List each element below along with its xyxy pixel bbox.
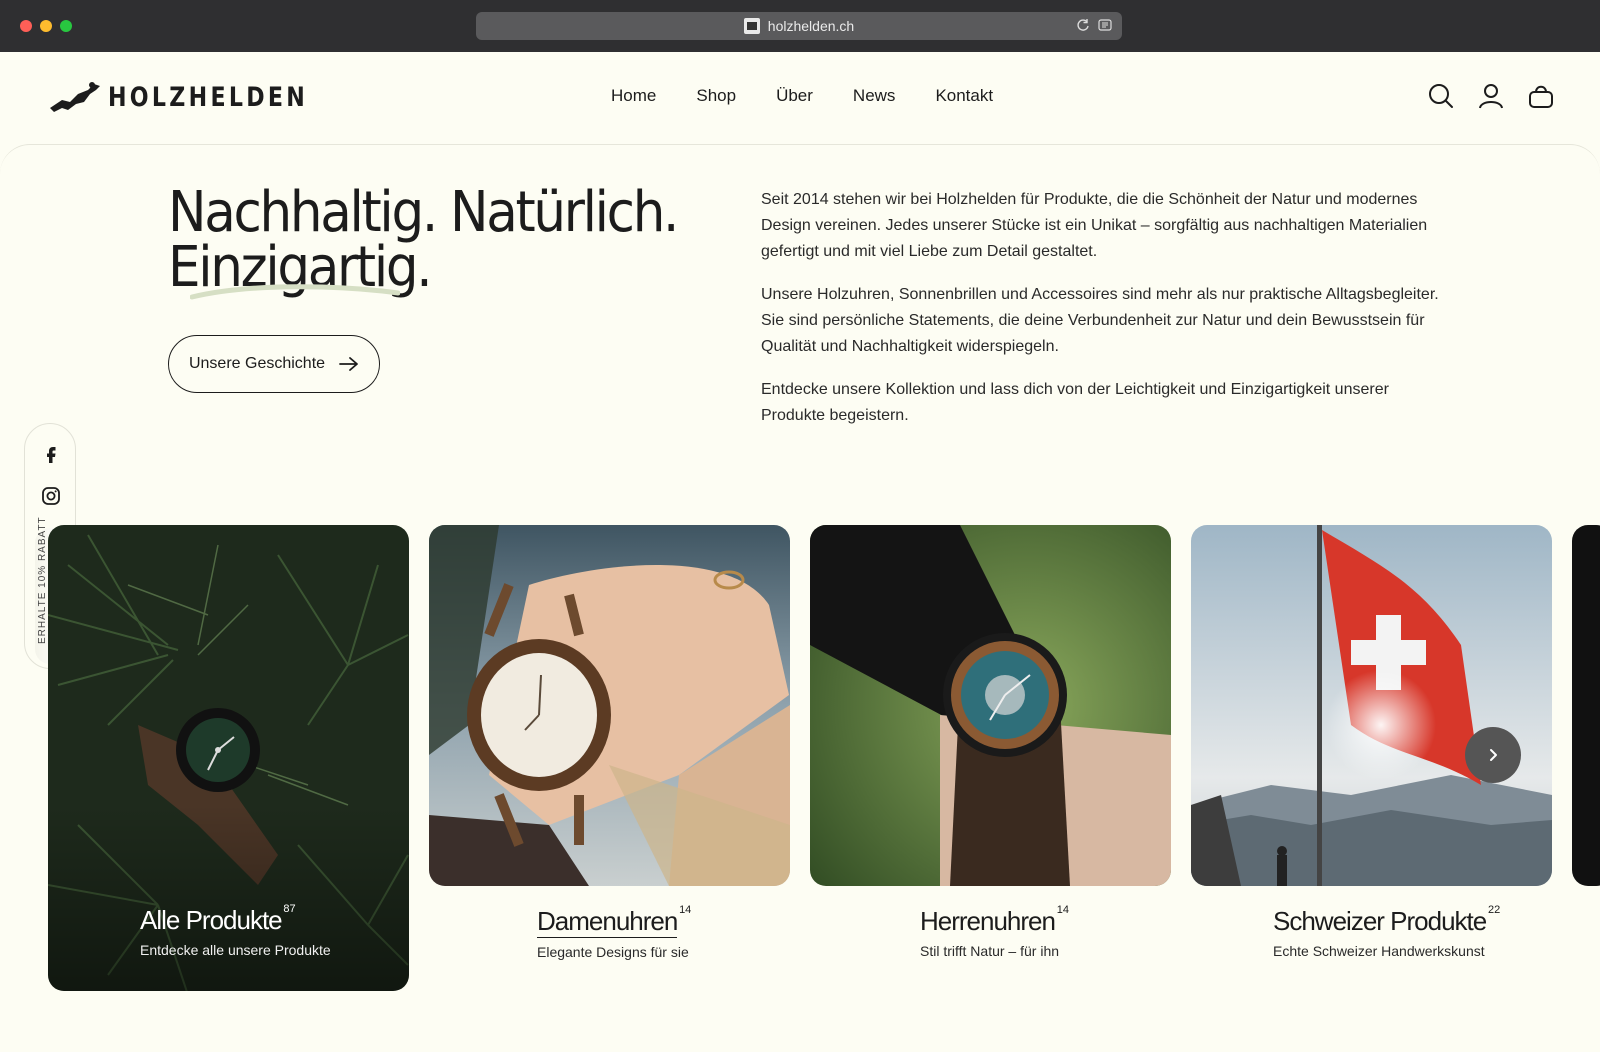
- search-icon[interactable]: [1427, 82, 1455, 110]
- collection-image-all: Alle Produkte 87 Entdecke alle unsere Pro…: [48, 525, 409, 991]
- collection-count: 22: [1487, 904, 1501, 916]
- nav-contact[interactable]: Kontakt: [935, 86, 993, 106]
- cart-icon[interactable]: [1527, 82, 1555, 110]
- collection-subtitle: Echte Schweizer Handwerkskunst: [1273, 943, 1485, 959]
- intro-paragraph: Entdecke unsere Kollektion und lass dich…: [761, 381, 1389, 424]
- close-window-button[interactable]: [20, 20, 32, 32]
- collection-image-partial: [1572, 525, 1600, 886]
- collection-card-partial[interactable]: [1572, 525, 1600, 886]
- instagram-icon[interactable]: [41, 486, 61, 506]
- collection-card-all[interactable]: Alle Produkte 87 Entdecke alle unsere Pro…: [48, 525, 409, 991]
- collection-image-swiss: [1191, 525, 1552, 886]
- reader-icon[interactable]: [1098, 18, 1112, 32]
- site-header: HOLZHELDEN Home Shop Über News Kontakt: [0, 52, 1600, 144]
- account-icon[interactable]: [1477, 82, 1505, 110]
- collection-caption: Alle Produkte 87 Entdecke alle unsere Pro…: [140, 903, 331, 958]
- hero-headline: Nachhaltig. Natürlich. Einzigartig.: [168, 185, 679, 296]
- browser-chrome: holzhelden.ch: [0, 0, 1600, 52]
- collection-caption: Damenuhren 14 Elegante Designs für sie: [429, 904, 790, 960]
- main-nav: Home Shop Über News Kontakt: [611, 86, 1033, 106]
- collection-image-women: [429, 525, 790, 886]
- collection-card-women[interactable]: Damenuhren 14 Elegante Designs für sie: [429, 525, 790, 960]
- nav-shop[interactable]: Shop: [696, 86, 736, 106]
- our-story-button[interactable]: Unsere Geschichte: [168, 335, 380, 393]
- collection-title: Herrenuhren 14: [920, 904, 1069, 936]
- nav-home[interactable]: Home: [611, 86, 656, 106]
- collection-count: 14: [679, 904, 692, 916]
- carousel-next-button[interactable]: [1465, 727, 1521, 783]
- flying-hero-icon: [50, 82, 100, 112]
- intro-paragraph: Unsere Holzuhren, Sonnenbrillen und Acce…: [761, 286, 1439, 355]
- maximize-window-button[interactable]: [60, 20, 72, 32]
- intro-text: Seit 2014 stehen wir bei Holzhelden für …: [761, 187, 1441, 446]
- facebook-icon[interactable]: [41, 444, 61, 464]
- collection-subtitle: Stil trifft Natur – für ihn: [920, 943, 1060, 959]
- collection-card-men[interactable]: Herrenuhren 14 Stil trifft Natur – für ih…: [810, 525, 1171, 959]
- logo-text: HOLZHELDEN: [108, 81, 309, 113]
- address-bar[interactable]: holzhelden.ch: [476, 12, 1122, 40]
- collection-carousel: Alle Produkte 87 Entdecke alle unsere Pro…: [0, 525, 1600, 991]
- intro-paragraph: Seit 2014 stehen wir bei Holzhelden für …: [761, 191, 1428, 260]
- collection-title: Schweizer Produkte 22: [1273, 904, 1501, 936]
- page: HOLZHELDEN Home Shop Über News Kontakt N…: [0, 52, 1600, 1052]
- reload-icon[interactable]: [1076, 18, 1090, 32]
- url-text: holzhelden.ch: [767, 18, 855, 34]
- arrow-right-icon: [339, 357, 358, 371]
- collection-caption: Schweizer Produkte 22 Echte Schweizer Han…: [1191, 904, 1552, 959]
- our-story-label: Unsere Geschichte: [188, 355, 326, 372]
- underline-swoosh: [190, 284, 400, 300]
- main-content: Nachhaltig. Natürlich. Einzigartig. Unse…: [0, 144, 1600, 1052]
- site-favicon-icon: [743, 18, 760, 34]
- collection-subtitle: Elegante Designs für sie: [537, 944, 689, 960]
- collection-title: Damenuhren 14: [537, 904, 692, 938]
- header-icons: [1427, 82, 1555, 110]
- nav-about[interactable]: Über: [776, 86, 813, 106]
- collection-title: Alle Produkte 87: [140, 903, 296, 935]
- collection-count: 14: [1056, 904, 1069, 916]
- collection-caption: Herrenuhren 14 Stil trifft Natur – für ih…: [810, 904, 1171, 959]
- collection-count: 87: [283, 903, 296, 915]
- nav-news[interactable]: News: [853, 86, 896, 106]
- minimize-window-button[interactable]: [40, 20, 52, 32]
- logo[interactable]: HOLZHELDEN: [48, 80, 352, 114]
- collection-subtitle: Entdecke alle unsere Produkte: [140, 942, 331, 958]
- chevron-right-icon: [1490, 749, 1497, 761]
- collection-image-men: [810, 525, 1171, 886]
